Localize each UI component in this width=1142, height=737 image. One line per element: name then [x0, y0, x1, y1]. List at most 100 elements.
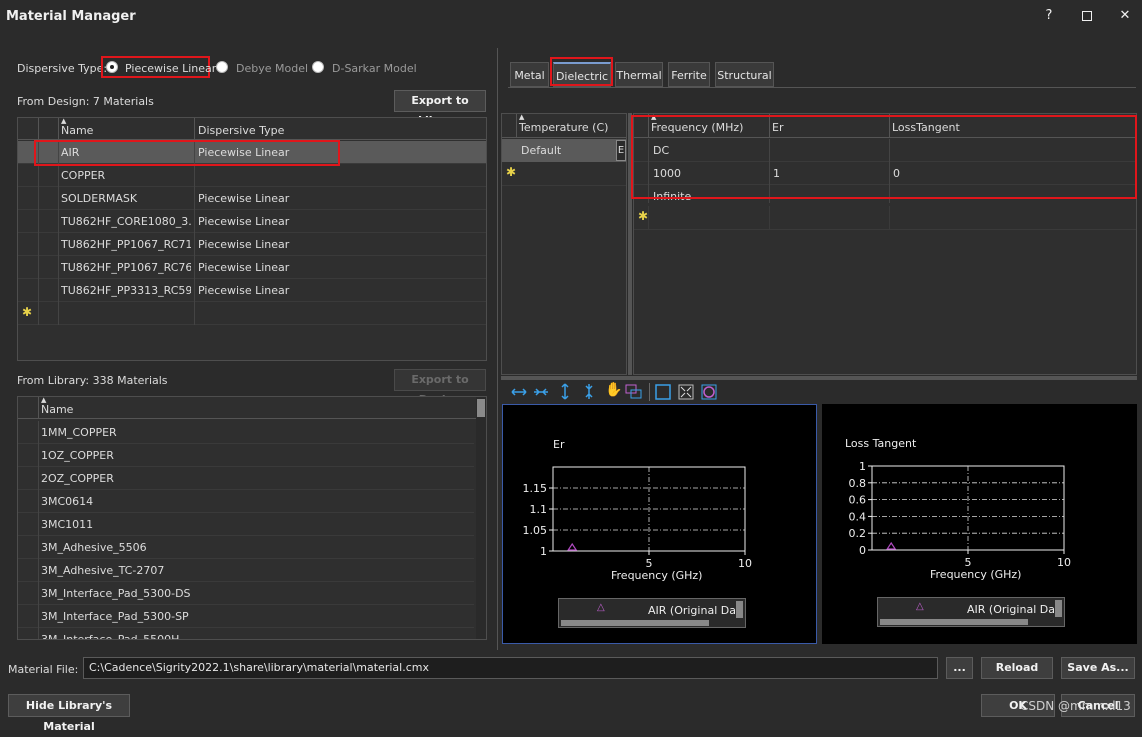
tab-ferrite[interactable]: Ferrite: [668, 62, 710, 87]
library-row[interactable]: 3M_Adhesive_5506: [18, 536, 474, 559]
material-name: TU862HF_PP1067_RC76...: [61, 261, 191, 274]
library-row[interactable]: 1MM_COPPER: [18, 421, 474, 444]
triangle-marker-icon: △: [916, 601, 924, 612]
fit-view-icon[interactable]: [678, 384, 694, 400]
y-tick-label: 1.15: [523, 482, 548, 495]
library-scrollbar[interactable]: [476, 397, 486, 639]
library-material-name: 1MM_COPPER: [41, 426, 117, 439]
material-file-label: Material File:: [8, 663, 79, 676]
new-row-icon: ✱: [638, 209, 649, 223]
zoom-in-x-icon[interactable]: [511, 385, 527, 399]
er-chart[interactable]: Er 1.15 1.1 1.05 1 5 10 Frequency (GHz) △ AIR…: [502, 404, 817, 644]
dispersive-type: Piecewise Linear: [198, 215, 290, 228]
close-button[interactable]: ✕: [1113, 6, 1137, 26]
loss-legend[interactable]: △ AIR (Original Dat: [877, 597, 1065, 627]
loss-legend-label: AIR (Original Dat: [967, 603, 1057, 616]
library-row[interactable]: 3MC0614: [18, 490, 474, 513]
library-row[interactable]: 3MC1011: [18, 513, 474, 536]
temperature-row-default[interactable]: Default E: [502, 139, 626, 162]
library-material-name: 3MC1011: [41, 518, 94, 531]
new-row[interactable]: ✱: [634, 206, 1136, 230]
library-row[interactable]: 1OZ_COPPER: [18, 444, 474, 467]
dispersive-type: Piecewise Linear: [198, 238, 290, 251]
tab-structural[interactable]: Structural: [715, 62, 774, 87]
library-row[interactable]: 3M_Interface_Pad_5300-SP: [18, 605, 474, 628]
hide-library-button[interactable]: Hide Library's Material: [8, 694, 130, 733]
design-row[interactable]: TU862HF_PP1067_RC76... Piecewise Linear: [18, 256, 486, 279]
radio-label-dsarkar[interactable]: D-Sarkar Model: [332, 62, 417, 75]
highlight-box: [34, 140, 340, 166]
browse-button[interactable]: ...: [946, 657, 973, 679]
radio-debye-model[interactable]: [216, 61, 228, 73]
dispersive-type: Piecewise Linear: [198, 284, 290, 297]
splitter[interactable]: [501, 376, 1137, 380]
copy-chart-icon[interactable]: [625, 384, 643, 400]
library-row[interactable]: 3M_Interface_Pad_5500H: [18, 628, 474, 640]
library-material-name: 3M_Adhesive_5506: [41, 541, 147, 554]
help-button[interactable]: ?: [1037, 6, 1061, 26]
export-to-design-button[interactable]: Export to Design: [394, 369, 486, 406]
export-to-library-button[interactable]: Export to Library: [394, 90, 486, 127]
zoom-box-icon[interactable]: [655, 384, 671, 400]
radio-dsarkar-model[interactable]: [312, 61, 324, 73]
dispersive-type-label: Dispersive Type:: [17, 62, 108, 75]
save-as-button[interactable]: Save As...: [1061, 657, 1135, 679]
tab-thermal[interactable]: Thermal: [615, 62, 663, 87]
new-row[interactable]: ✱: [502, 163, 626, 186]
material-name: TU862HF_CORE1080_3...: [61, 215, 191, 228]
design-header: From Design: 7 Materials: [17, 95, 154, 108]
window-title: Material Manager: [6, 9, 136, 24]
library-material-name: 3M_Interface_Pad_5300-DS: [41, 587, 191, 600]
maximize-button[interactable]: [1075, 6, 1099, 26]
design-row[interactable]: TU862HF_CORE1080_3... Piecewise Linear: [18, 210, 486, 233]
highlight-box: [631, 115, 1137, 199]
legend-scrollbar[interactable]: [561, 620, 709, 626]
er-chart-xlabel: Frequency (GHz): [611, 569, 703, 582]
library-row[interactable]: 3M_Adhesive_TC-2707: [18, 559, 474, 582]
pan-hand-icon[interactable]: ✋: [605, 382, 622, 398]
zoom-in-y-icon[interactable]: [559, 383, 571, 400]
y-tick-label: 0.2: [849, 527, 867, 540]
library-table-header: ▲ Name: [18, 397, 476, 419]
y-tick-label: 1.1: [530, 503, 548, 516]
radio-label-debye[interactable]: Debye Model: [236, 62, 308, 75]
zoom-out-x-icon[interactable]: [533, 385, 549, 399]
dispersive-type: Piecewise Linear: [198, 261, 290, 274]
legend-scrollbar[interactable]: [880, 619, 1028, 625]
tab-metal[interactable]: Metal: [510, 62, 549, 87]
new-row-icon: ✱: [22, 305, 33, 319]
loss-tangent-chart[interactable]: Loss Tangent 1 0.8 0.6 0.4 0.2 0 5 10 Frequency…: [822, 404, 1137, 644]
library-material-name: 3MC0614: [41, 495, 94, 508]
library-header: From Library: 338 Materials: [17, 374, 168, 387]
column-temperature[interactable]: Temperature (C): [519, 121, 608, 134]
design-row[interactable]: SOLDERMASK Piecewise Linear: [18, 187, 486, 210]
library-table: ▲ Name 1MM_COPPER 1OZ_COPPER 2OZ_COPPER 3MC…: [17, 396, 487, 640]
design-row[interactable]: COPPER: [18, 164, 486, 187]
y-tick-label: 1: [540, 545, 547, 558]
library-row[interactable]: 3M_Interface_Pad_5300-DS: [18, 582, 474, 605]
radio-piecewise-linear[interactable]: [106, 61, 118, 73]
column-dispersive-type[interactable]: Dispersive Type: [198, 124, 284, 137]
new-row[interactable]: ✱: [18, 302, 486, 325]
dispersive-type: [198, 164, 478, 187]
radio-label-piecewise[interactable]: Piecewise Linear: [125, 62, 216, 75]
library-material-name: 3M_Interface_Pad_5500H: [41, 633, 180, 640]
column-name[interactable]: Name: [61, 124, 93, 137]
y-tick-label: 0.6: [849, 494, 867, 507]
material-name: COPPER: [61, 169, 106, 182]
material-file-path-input[interactable]: C:\Cadence\Sigrity2022.1\share\library\m…: [83, 657, 938, 679]
library-row[interactable]: 2OZ_COPPER: [18, 467, 474, 490]
design-row[interactable]: TU862HF_PP3313_RC59... Piecewise Linear: [18, 279, 486, 302]
column-name[interactable]: Name: [41, 403, 73, 416]
zoom-out-y-icon[interactable]: [583, 383, 595, 400]
edit-marker[interactable]: E: [616, 140, 626, 161]
y-tick-label: 0.4: [849, 510, 867, 523]
y-tick-label: 1.05: [523, 524, 548, 537]
splitter[interactable]: [497, 48, 498, 650]
sort-arrow-icon: ▲: [519, 113, 525, 121]
er-legend[interactable]: △ AIR (Original Dat: [558, 598, 746, 628]
dispersive-type: Piecewise Linear: [198, 192, 290, 205]
design-row[interactable]: TU862HF_PP1067_RC71... Piecewise Linear: [18, 233, 486, 256]
reload-button[interactable]: Reload: [981, 657, 1053, 679]
circle-zoom-icon[interactable]: [701, 384, 717, 400]
